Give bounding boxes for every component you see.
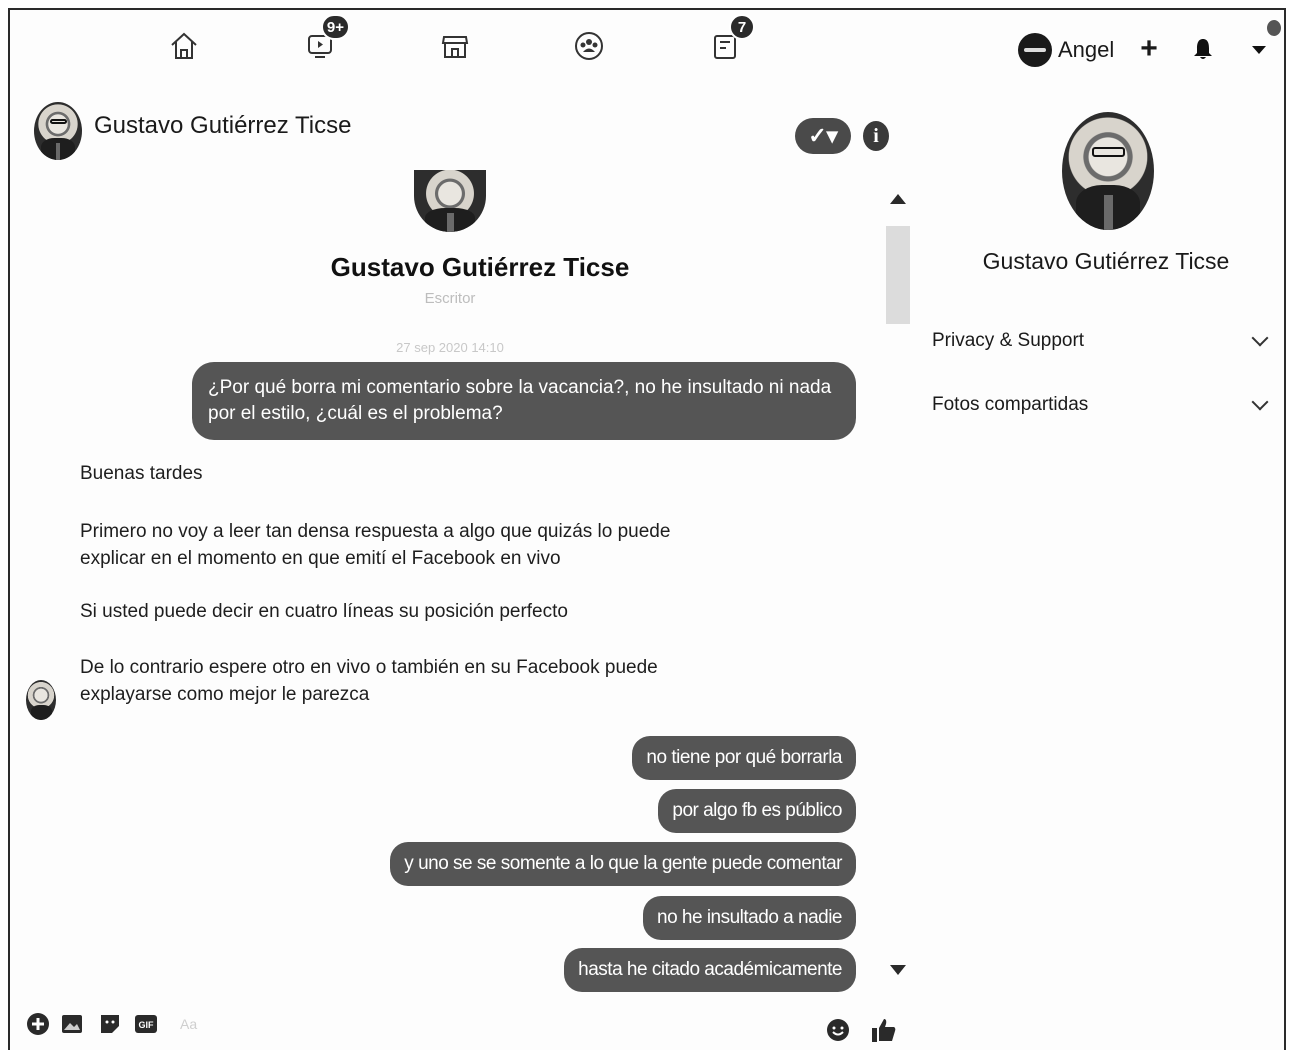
notification-dot	[1267, 20, 1281, 36]
section-shared-photos[interactable]: Fotos compartidas	[932, 393, 1272, 416]
like-icon[interactable]	[870, 1016, 898, 1044]
info-icon[interactable]: i	[863, 121, 889, 151]
gaming-icon[interactable]: 7	[705, 14, 755, 66]
scrollbar-thumb[interactable]	[886, 226, 910, 324]
svg-text:GIF: GIF	[139, 1020, 155, 1030]
watch-icon[interactable]: 9+	[300, 14, 350, 66]
sender-avatar[interactable]	[26, 680, 56, 720]
panel-name: Gustavo Gutiérrez Ticse	[982, 248, 1230, 274]
watch-badge: 9+	[320, 14, 350, 40]
photo-icon[interactable]	[60, 1012, 84, 1036]
incoming-message[interactable]: Buenas tardes	[80, 460, 740, 487]
sticker-icon[interactable]	[98, 1012, 122, 1036]
marketplace-icon[interactable]	[435, 26, 475, 66]
incoming-message[interactable]: Primero no voy a leer tan densa respuest…	[80, 518, 740, 572]
section-label: Fotos compartidas	[932, 394, 1089, 415]
caret-down-icon[interactable]	[1242, 32, 1276, 66]
outgoing-message[interactable]: hasta he citado académicamente	[564, 948, 856, 992]
chat-avatar[interactable]	[34, 102, 82, 160]
incoming-message[interactable]: De lo contrario espere otro en vivo o ta…	[80, 654, 740, 708]
section-label: Privacy & Support	[932, 330, 1085, 351]
home-icon[interactable]	[164, 26, 204, 66]
profile-name: Gustavo Gutiérrez Ticse	[330, 252, 630, 282]
outgoing-message[interactable]: ¿Por qué borra mi comentario sobre la va…	[192, 362, 856, 440]
mark-read-button[interactable]: ✓▾	[795, 118, 851, 154]
user-name: Angel	[1058, 37, 1115, 62]
profile-chip[interactable]: Angel	[1018, 30, 1114, 70]
incoming-message[interactable]: Si usted puede decir en cuatro líneas su…	[80, 598, 740, 625]
chevron-down-icon	[1251, 329, 1269, 347]
outgoing-message[interactable]: por algo fb es público	[658, 789, 856, 833]
profile-role: Escritor	[424, 290, 476, 307]
outgoing-message[interactable]: no tiene por qué borrarla	[632, 736, 856, 780]
scroll-down-arrow[interactable]	[890, 965, 906, 975]
chat-title[interactable]: Gustavo Gutiérrez Ticse	[94, 112, 351, 140]
outgoing-message[interactable]: y uno se se somente a lo que la gente pu…	[390, 842, 856, 886]
scroll-up-arrow[interactable]	[890, 194, 906, 204]
gif-icon[interactable]: GIF	[134, 1012, 158, 1036]
panel-avatar[interactable]	[1062, 112, 1154, 230]
bell-icon[interactable]	[1186, 32, 1220, 66]
emoji-icon[interactable]	[826, 1018, 850, 1042]
section-privacy-support[interactable]: Privacy & Support	[932, 329, 1272, 352]
message-input[interactable]: Aa	[180, 1016, 197, 1032]
user-avatar	[1018, 33, 1052, 67]
add-icon[interactable]	[26, 1012, 50, 1036]
groups-icon[interactable]	[569, 26, 609, 66]
message-timestamp: 27 sep 2020 14:10	[396, 340, 504, 355]
create-button[interactable]: +	[1132, 32, 1166, 66]
gaming-badge: 7	[729, 14, 755, 40]
outgoing-message[interactable]: no he insultado a nadie	[643, 896, 856, 940]
chevron-down-icon	[1251, 393, 1269, 411]
